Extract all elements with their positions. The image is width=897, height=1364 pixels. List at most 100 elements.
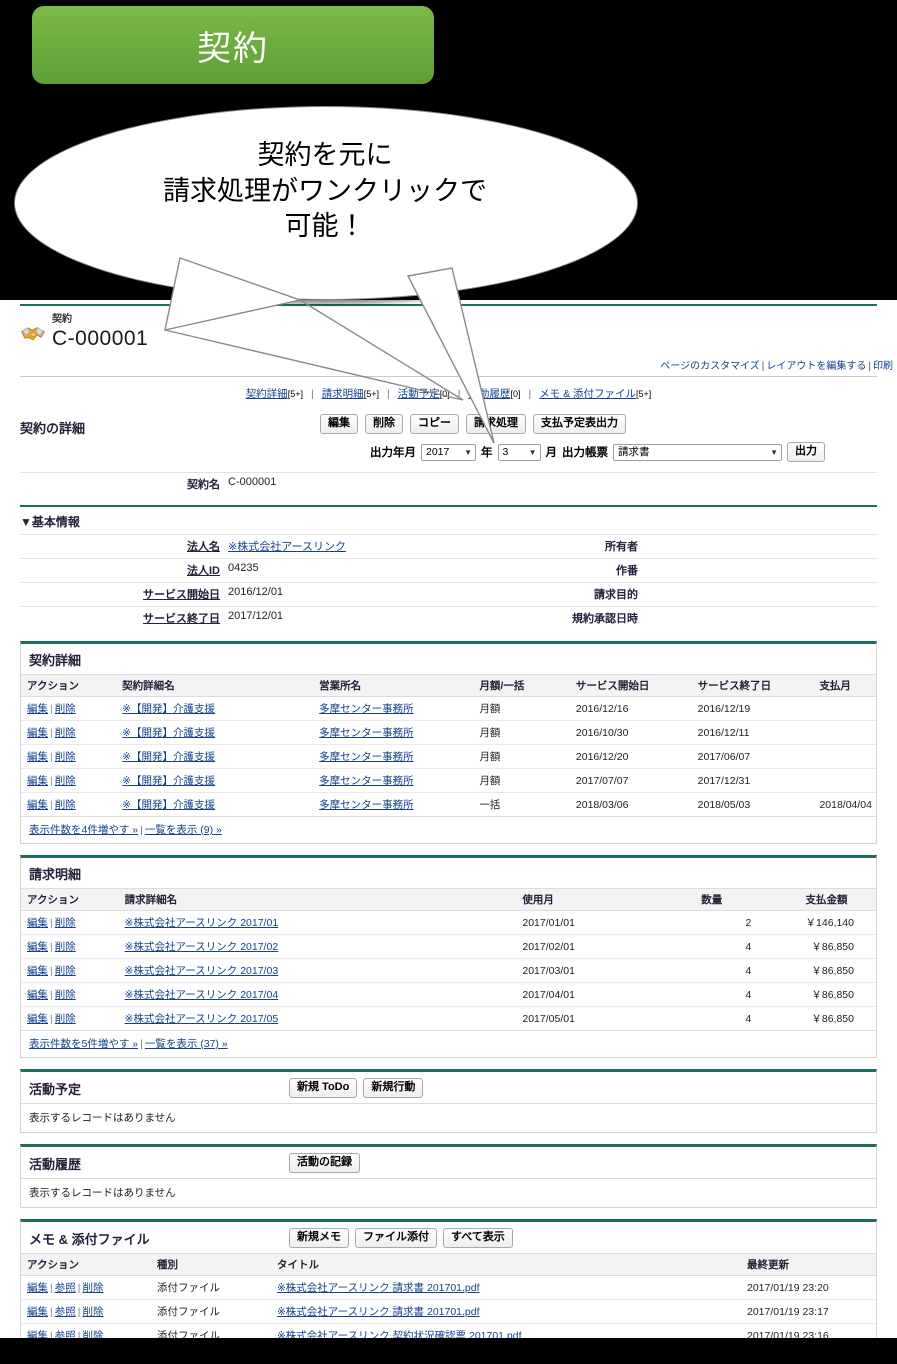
attachment-link[interactable]: ※株式会社アースリンク 契約状況確認票 201701.pdf [277, 1330, 522, 1338]
cell-quantity: 2 [695, 910, 800, 935]
edit-layout-link[interactable]: レイアウトを編集する [766, 361, 866, 372]
row-view-link[interactable]: 参照 [55, 1282, 76, 1294]
field-row: サービス終了日 2017/12/01 規約承認日時 [20, 606, 877, 630]
row-edit-link[interactable]: 編集 [27, 917, 48, 929]
output-form-select[interactable]: 請求書 ▼ [613, 443, 782, 461]
billing-process-button[interactable]: 請求処理 [466, 414, 526, 434]
callout-bubble: 契約を元に 請求処理がワンクリックで 可能！ [14, 106, 640, 302]
row-delete-link[interactable]: 削除 [82, 1306, 103, 1318]
billing-detail-link[interactable]: ※株式会社アースリンク 2017/04 [125, 989, 279, 1001]
row-delete-link[interactable]: 削除 [55, 941, 76, 953]
quicklink-activity-plan[interactable]: 活動予定 [398, 388, 440, 400]
row-delete-link[interactable]: 削除 [55, 965, 76, 977]
billing-detail-link[interactable]: ※株式会社アースリンク 2017/02 [125, 941, 279, 953]
row-delete-link[interactable]: 削除 [82, 1282, 103, 1294]
row-edit-link[interactable]: 編集 [27, 989, 48, 1001]
edit-button[interactable]: 編集 [320, 414, 358, 434]
contract-details-header: 契約詳細 [21, 644, 876, 674]
row-actions: 編集 | 削除 [21, 982, 119, 1007]
notes-attachments-section: メモ & 添付ファイル 新規メモ ファイル添付 すべて表示 アクション 種別 タ… [20, 1219, 877, 1338]
row-edit-link[interactable]: 編集 [27, 1282, 48, 1294]
cell-kind: 添付ファイル [151, 1275, 271, 1300]
cell-service-start: 2017/07/07 [569, 768, 692, 793]
output-button[interactable]: 出力 [787, 442, 825, 462]
table-row: 編集 | 削除 ※株式会社アースリンク 2017/05 2017/05/01 4 ￥… [21, 1007, 876, 1031]
field-row: サービス開始日 2016/12/01 請求目的 [20, 582, 877, 607]
cell-billing-name: ※株式会社アースリンク 2017/05 [119, 1007, 517, 1031]
show-more-link[interactable]: 表示件数を5件増やす » [29, 1038, 138, 1050]
row-edit-link[interactable]: 編集 [27, 775, 48, 787]
log-activity-button[interactable]: 活動の記録 [289, 1153, 360, 1173]
attachment-link[interactable]: ※株式会社アースリンク 請求書 201701.pdf [277, 1282, 480, 1294]
new-note-button[interactable]: 新規メモ [289, 1228, 349, 1248]
col-action: アクション [21, 1253, 151, 1276]
office-link[interactable]: 多摩センター事務所 [319, 799, 414, 811]
activity-history-header: 活動履歴 活動の記録 [21, 1147, 876, 1178]
quicklink-sep-3: | [528, 388, 532, 400]
delete-button[interactable]: 削除 [365, 414, 403, 434]
row-edit-link[interactable]: 編集 [27, 941, 48, 953]
cell-payment-month [813, 768, 876, 793]
quicklink-notes-attachments[interactable]: メモ & 添付ファイル [539, 388, 636, 400]
print-link[interactable]: 印刷 [873, 361, 893, 372]
new-event-button[interactable]: 新規行動 [363, 1078, 424, 1098]
cell-detail-name: ※【開発】介護支援 [116, 744, 314, 769]
copy-button[interactable]: コピー [410, 414, 459, 434]
billing-detail-link[interactable]: ※株式会社アースリンク 2017/05 [125, 1013, 279, 1025]
billing-detail-link[interactable]: ※株式会社アースリンク 2017/03 [125, 965, 279, 977]
output-month-select[interactable]: 3 ▼ [497, 443, 541, 461]
show-list-link[interactable]: 一覧を表示 (9) » [145, 824, 222, 836]
record-header: 契約 C-000001 [0, 306, 897, 351]
row-edit-link[interactable]: 編集 [27, 1306, 48, 1318]
activity-plan-section: 活動予定 新規 ToDo 新規行動 表示するレコードはありません [20, 1069, 877, 1133]
title-badge-label: 契約 [197, 28, 269, 69]
quicklink-billing-details[interactable]: 請求明細 [322, 388, 364, 400]
row-delete-link[interactable]: 削除 [55, 703, 76, 715]
attachment-link[interactable]: ※株式会社アースリンク 請求書 201701.pdf [277, 1306, 480, 1318]
office-link[interactable]: 多摩センター事務所 [319, 727, 414, 739]
row-delete-link[interactable]: 削除 [55, 751, 76, 763]
office-link[interactable]: 多摩センター事務所 [319, 775, 414, 787]
row-delete-link[interactable]: 削除 [55, 917, 76, 929]
row-delete-link[interactable]: 削除 [55, 727, 76, 739]
contract-detail-link[interactable]: ※【開発】介護支援 [122, 727, 215, 739]
contract-detail-link[interactable]: ※【開発】介護支援 [122, 775, 215, 787]
collapse-toggle-icon[interactable]: ▼ [20, 515, 32, 529]
office-link[interactable]: 多摩センター事務所 [319, 751, 414, 763]
row-edit-link[interactable]: 編集 [27, 799, 48, 811]
show-list-link[interactable]: 一覧を表示 (37) » [145, 1038, 228, 1050]
row-view-link[interactable]: 参照 [55, 1330, 76, 1338]
payment-schedule-export-button[interactable]: 支払予定表出力 [533, 414, 626, 434]
cell-payment-month [813, 720, 876, 745]
attach-file-button[interactable]: ファイル添付 [355, 1228, 437, 1248]
cell-detail-name: ※【開発】介護支援 [116, 720, 314, 745]
contract-detail-link[interactable]: ※【開発】介護支援 [122, 751, 215, 763]
customize-page-link[interactable]: ページのカスタマイズ [660, 361, 760, 372]
row-delete-link[interactable]: 削除 [55, 799, 76, 811]
corporate-name-link[interactable]: ※株式会社アースリンク [228, 541, 346, 553]
quicklink-activity-history[interactable]: 活動履歴 [468, 388, 510, 400]
notes-attachments-header: メモ & 添付ファイル 新規メモ ファイル添付 すべて表示 [21, 1222, 876, 1253]
show-all-button[interactable]: すべて表示 [443, 1228, 513, 1248]
quicklink-contract-details[interactable]: 契約詳細 [246, 388, 288, 400]
output-year-select[interactable]: 2017 ▼ [421, 443, 476, 461]
row-edit-link[interactable]: 編集 [27, 751, 48, 763]
row-delete-link[interactable]: 削除 [82, 1330, 103, 1338]
cell-kind: 添付ファイル [151, 1299, 271, 1324]
contract-detail-link[interactable]: ※【開発】介護支援 [122, 799, 215, 811]
row-delete-link[interactable]: 削除 [55, 989, 76, 1001]
row-edit-link[interactable]: 編集 [27, 1330, 48, 1338]
row-edit-link[interactable]: 編集 [27, 1013, 48, 1025]
billing-detail-link[interactable]: ※株式会社アースリンク 2017/01 [125, 917, 279, 929]
office-link[interactable]: 多摩センター事務所 [319, 703, 414, 715]
contract-detail-link[interactable]: ※【開発】介護支援 [122, 703, 215, 715]
row-delete-link[interactable]: 削除 [55, 1013, 76, 1025]
row-delete-link[interactable]: 削除 [55, 775, 76, 787]
row-edit-link[interactable]: 編集 [27, 965, 48, 977]
cell-amount: ￥86,850 [799, 958, 876, 983]
show-more-link[interactable]: 表示件数を4件増やす » [29, 824, 138, 836]
row-edit-link[interactable]: 編集 [27, 703, 48, 715]
new-todo-button[interactable]: 新規 ToDo [289, 1078, 358, 1098]
row-view-link[interactable]: 参照 [55, 1306, 76, 1318]
row-edit-link[interactable]: 編集 [27, 727, 48, 739]
